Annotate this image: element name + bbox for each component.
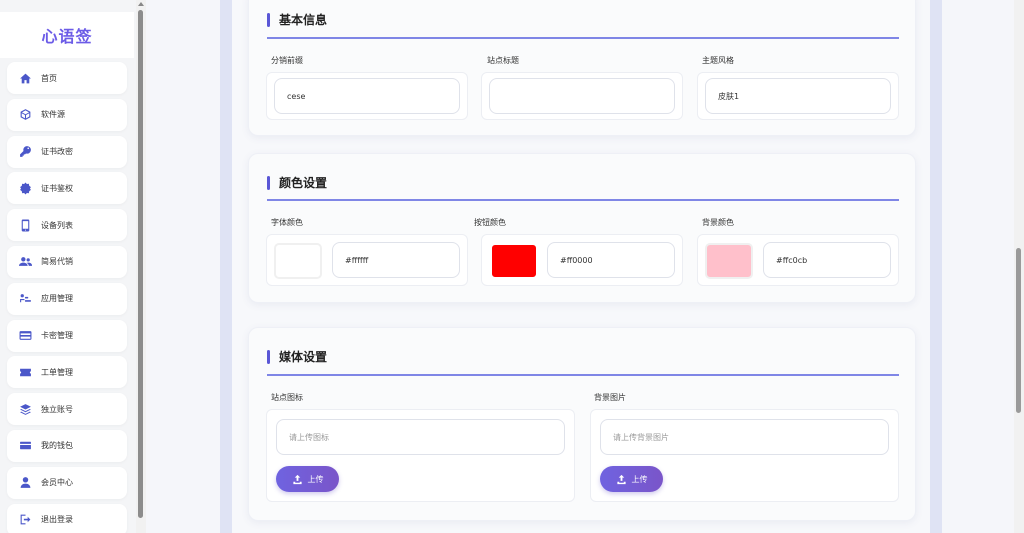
key-icon xyxy=(18,145,32,159)
sidebar-item-label: 简易代销 xyxy=(41,257,73,267)
apps-icon xyxy=(18,292,32,306)
card-icon xyxy=(18,329,32,343)
basic-info-card: 基本信息 分销前缀 cese 站点标题 主题风格 皮肤1 xyxy=(248,0,916,136)
color-settings-card: 颜色设置 字体颜色 #ffffff 按钮颜色 #ff0000 背景颜色 #ffc… xyxy=(248,153,916,303)
sidebar-item-label: 会员中心 xyxy=(41,478,73,488)
section-title: 媒体设置 xyxy=(279,350,328,364)
sidebar-nav: 首页 软件源 证书改密 证书鉴权 设备列表 简易代销 应用管理 卡密管理 工单管… xyxy=(7,62,127,533)
sidebar-item-software-source[interactable]: 软件源 xyxy=(7,98,127,131)
section-title: 基本信息 xyxy=(279,13,328,27)
home-icon xyxy=(18,71,32,85)
sidebar-item-label: 首页 xyxy=(41,73,57,83)
sidebar-item-home[interactable]: 首页 xyxy=(7,62,127,94)
site-title-input[interactable] xyxy=(489,78,675,114)
sidebar-item-label: 证书改密 xyxy=(41,147,73,157)
basic-info-header: 基本信息 xyxy=(267,11,327,28)
section-accent-bar xyxy=(267,175,270,190)
sidebar-item-logout[interactable]: 退出登录 xyxy=(7,503,127,533)
page-scrollbar[interactable] xyxy=(1014,0,1024,533)
field-label: 站点图标 xyxy=(271,393,303,402)
button-color-input[interactable]: #ff0000 xyxy=(547,242,675,278)
sidebar-item-label: 我的钱包 xyxy=(41,441,73,451)
field-label: 背景图片 xyxy=(594,393,626,402)
media-settings-card: 媒体设置 站点图标 请上传图标 上传 背景图片 请上传背景图片 上传 xyxy=(248,327,916,521)
theme-style-input[interactable]: 皮肤1 xyxy=(705,78,891,114)
upload-button-label: 上传 xyxy=(631,474,648,484)
sidebar-item-member-center[interactable]: 会员中心 xyxy=(7,466,127,499)
sidebar-item-simple-resale[interactable]: 简易代销 xyxy=(7,245,127,278)
sidebar-item-device-list[interactable]: 设备列表 xyxy=(7,209,127,242)
wallet-icon xyxy=(18,439,32,453)
sidebar-item-ticket-management[interactable]: 工单管理 xyxy=(7,356,127,389)
brand-logo: 心语签 xyxy=(0,12,134,58)
field-label: 分销前缀 xyxy=(271,56,303,65)
upload-button-label: 上传 xyxy=(307,474,324,484)
field-label: 背景颜色 xyxy=(702,218,734,227)
upload-background-image-button[interactable]: 上传 xyxy=(600,466,663,492)
section-accent-bar xyxy=(267,12,270,27)
sidebar-item-label: 卡密管理 xyxy=(41,331,73,341)
box-icon xyxy=(18,108,32,122)
sidebar-item-label: 软件源 xyxy=(41,110,65,120)
sidebar-item-app-management[interactable]: 应用管理 xyxy=(7,282,127,315)
sidebar-item-label: 独立账号 xyxy=(41,404,73,414)
logout-icon xyxy=(18,513,32,527)
section-divider xyxy=(267,199,899,201)
background-color-swatch[interactable] xyxy=(705,243,753,279)
section-title: 颜色设置 xyxy=(279,176,328,190)
brand-title: 心语签 xyxy=(41,27,93,46)
sidebar-item-label: 应用管理 xyxy=(41,294,73,304)
background-image-input[interactable]: 请上传背景图片 xyxy=(600,419,889,455)
media-settings-header: 媒体设置 xyxy=(267,348,327,365)
field-label: 主题风格 xyxy=(702,56,734,65)
user-icon xyxy=(18,476,32,490)
sidebar-item-my-wallet[interactable]: 我的钱包 xyxy=(7,429,127,462)
field-label: 按钮颜色 xyxy=(474,218,506,227)
upload-icon xyxy=(616,474,626,484)
button-color-swatch[interactable] xyxy=(490,243,538,279)
phone-icon xyxy=(18,218,32,232)
upload-site-icon-button[interactable]: 上传 xyxy=(276,466,339,492)
sidebar-scrollbar[interactable] xyxy=(136,0,146,533)
section-divider xyxy=(267,37,899,39)
section-divider xyxy=(267,374,899,376)
sidebar-item-cert-auth[interactable]: 证书鉴权 xyxy=(7,172,127,205)
font-color-input[interactable]: #ffffff xyxy=(332,242,460,278)
scroll-up-arrow-icon[interactable] xyxy=(138,2,144,6)
sidebar-item-independent-account[interactable]: 独立账号 xyxy=(7,393,127,426)
sidebar-item-cert-password[interactable]: 证书改密 xyxy=(7,135,127,168)
background-color-input[interactable]: #ffc0cb xyxy=(763,242,891,278)
section-accent-bar xyxy=(267,349,270,364)
layers-icon xyxy=(18,402,32,416)
page-scrollbar-thumb[interactable] xyxy=(1016,248,1021,413)
sidebar-scrollbar-thumb[interactable] xyxy=(138,10,143,518)
gear-icon xyxy=(18,181,32,195)
sidebar-item-card-management[interactable]: 卡密管理 xyxy=(7,319,127,352)
distribution-prefix-input[interactable]: cese xyxy=(274,78,460,114)
sidebar-item-label: 设备列表 xyxy=(41,220,73,230)
color-settings-header: 颜色设置 xyxy=(267,174,327,191)
upload-icon xyxy=(292,474,302,484)
sidebar-item-label: 工单管理 xyxy=(41,367,73,377)
field-label: 字体颜色 xyxy=(271,218,303,227)
site-icon-input[interactable]: 请上传图标 xyxy=(276,419,565,455)
font-color-swatch[interactable] xyxy=(274,243,322,279)
sidebar-item-label: 退出登录 xyxy=(41,515,73,525)
ticket-icon xyxy=(18,365,32,379)
field-label: 站点标题 xyxy=(487,56,519,65)
sidebar-item-label: 证书鉴权 xyxy=(41,183,73,193)
sidebar: 心语签 首页 软件源 证书改密 证书鉴权 设备列表 简易代销 应用管理 卡密管理… xyxy=(0,0,138,533)
users-icon xyxy=(18,255,32,269)
